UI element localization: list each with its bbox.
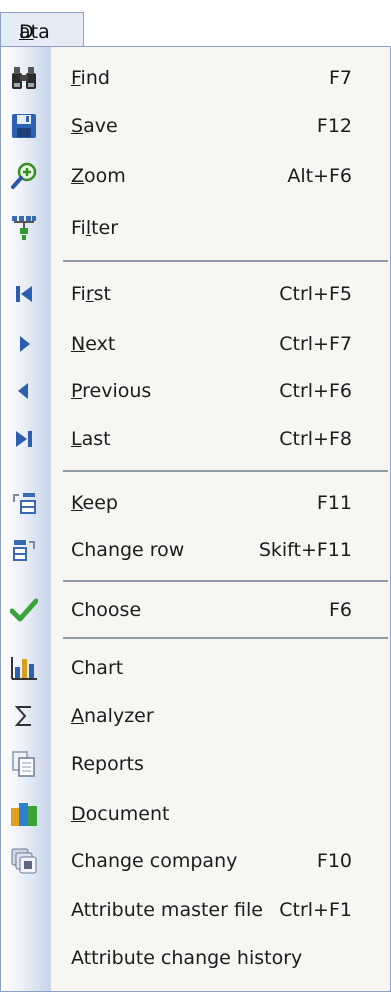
- document-icon: [10, 800, 38, 828]
- menu-item-filter[interactable]: Filter: [1, 205, 390, 251]
- reports-icon: [10, 750, 38, 778]
- menu-item-analyzer[interactable]: Analyzer: [1, 693, 390, 739]
- shortcut-text: Ctrl+F5: [279, 283, 352, 305]
- menu-item-label: Change company: [71, 850, 238, 872]
- menu-separator: [63, 470, 388, 472]
- change-company-icon: [10, 847, 38, 875]
- menu-item-label: Next: [71, 333, 116, 355]
- menu-item-label: Save: [71, 115, 118, 137]
- save-disk-icon: [10, 112, 38, 140]
- menu-item-find[interactable]: Find F7: [1, 55, 390, 101]
- binoculars-icon: [10, 64, 38, 92]
- menu-item-choose[interactable]: Choose F6: [1, 587, 390, 633]
- first-record-icon: [10, 280, 38, 308]
- menu-item-attribute-master-file[interactable]: Attribute master file Ctrl+F1: [1, 887, 390, 933]
- menu-separator: [63, 637, 388, 639]
- keep-icon: [10, 489, 38, 517]
- menu-item-label: Change row: [71, 539, 185, 561]
- shortcut-text: Alt+F6: [287, 165, 352, 187]
- menu-item-label: Document: [71, 803, 170, 825]
- bar-chart-icon: [10, 654, 38, 682]
- menu-item-previous[interactable]: Previous Ctrl+F6: [1, 368, 390, 414]
- menu-bar: Data: [0, 0, 391, 46]
- data-dropdown-menu: Find F7 Save F12 Zoom Alt+F6 Filter Firs…: [0, 46, 391, 992]
- checkmark-icon: [10, 596, 38, 624]
- change-row-icon: [10, 536, 38, 564]
- shortcut-text: Ctrl+F1: [279, 899, 352, 921]
- menu-item-label: Filter: [71, 217, 119, 239]
- shortcut-text: F6: [328, 599, 352, 621]
- magnifier-zoom-icon: [10, 162, 38, 190]
- previous-record-icon: [10, 377, 38, 405]
- shortcut-text: F7: [328, 67, 352, 89]
- last-record-icon: [10, 425, 38, 453]
- menu-item-label: Last: [71, 428, 111, 450]
- shortcut-text: F10: [316, 850, 352, 872]
- menu-item-next[interactable]: Next Ctrl+F7: [1, 321, 390, 367]
- shortcut-text: Ctrl+F8: [279, 428, 352, 450]
- menu-item-label: Choose: [71, 599, 142, 621]
- shortcut-text: F12: [316, 115, 352, 137]
- shortcut-text: Skift+F11: [258, 539, 352, 561]
- menu-item-zoom[interactable]: Zoom Alt+F6: [1, 153, 390, 199]
- menu-separator: [63, 580, 388, 582]
- menu-item-change-row[interactable]: Change row Skift+F11: [1, 527, 390, 573]
- menu-item-last[interactable]: Last Ctrl+F8: [1, 416, 390, 462]
- next-record-icon: [10, 330, 38, 358]
- menu-item-label: First: [71, 283, 111, 305]
- menu-item-label: Chart: [71, 657, 124, 679]
- shortcut-text: Ctrl+F7: [279, 333, 352, 355]
- menu-item-label: Attribute master file: [71, 899, 263, 921]
- menu-item-save[interactable]: Save F12: [1, 103, 390, 149]
- filter-icon: [10, 214, 38, 242]
- menu-item-first[interactable]: First Ctrl+F5: [1, 271, 390, 317]
- menu-item-reports[interactable]: Reports: [1, 741, 390, 787]
- menu-item-label: Previous: [71, 380, 152, 402]
- menu-item-label: Zoom: [71, 165, 126, 187]
- menu-item-chart[interactable]: Chart: [1, 645, 390, 691]
- data-menu-tab[interactable]: Data: [0, 12, 84, 46]
- menu-item-label: Attribute change history: [71, 947, 303, 969]
- menu-item-label: Analyzer: [71, 705, 154, 727]
- menu-item-label: Find: [71, 67, 110, 89]
- menu-item-change-company[interactable]: Change company F10: [1, 838, 390, 884]
- shortcut-text: F11: [316, 492, 352, 514]
- menu-item-document[interactable]: Document: [1, 791, 390, 837]
- menu-item-attribute-change-history[interactable]: Attribute change history: [1, 935, 390, 981]
- sigma-icon: [10, 702, 38, 730]
- shortcut-text: Ctrl+F6: [279, 380, 352, 402]
- menu-item-keep[interactable]: Keep F11: [1, 480, 390, 526]
- menu-item-label: Keep: [71, 492, 118, 514]
- menu-separator: [63, 260, 388, 262]
- menu-item-label: Reports: [71, 753, 144, 775]
